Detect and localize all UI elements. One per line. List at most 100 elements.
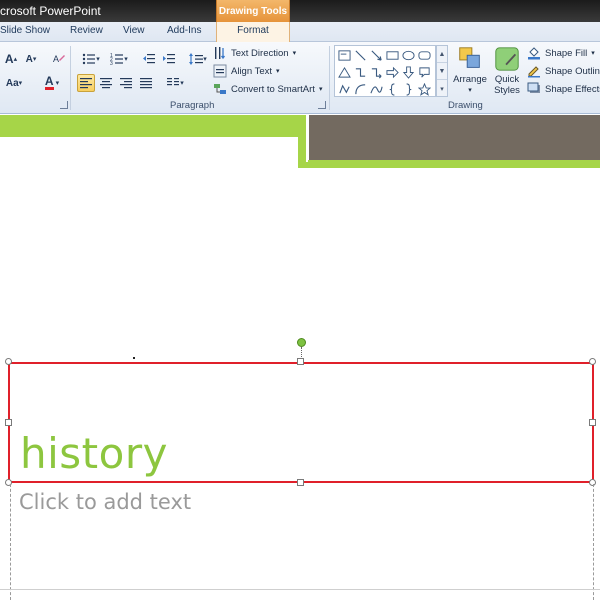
ribbon: A ▴ A ▾ A Aa ▾ A ▾ ▾ 1 2 3 ▾ ▾ ▾ Text Di… bbox=[0, 42, 600, 114]
columns-button[interactable]: ▾ bbox=[163, 74, 187, 92]
shape-effects-button[interactable]: Shape Effects bbox=[527, 81, 600, 97]
triangle-shape-icon[interactable] bbox=[337, 65, 351, 79]
shrink-font-button[interactable]: A ▾ bbox=[22, 50, 40, 68]
freeform-shape-icon[interactable] bbox=[337, 82, 351, 96]
group-separator bbox=[329, 46, 330, 110]
text-direction-icon bbox=[213, 46, 227, 60]
change-case-icon: Aa bbox=[5, 77, 19, 89]
app-title: crosoft PowerPoint bbox=[0, 4, 101, 18]
line-spacing-button[interactable]: ▾ bbox=[186, 50, 210, 68]
drawing-group-label: Drawing bbox=[448, 100, 483, 111]
title-bar: crosoft PowerPoint Drawing Tools bbox=[0, 0, 600, 22]
title-placeholder[interactable]: history bbox=[8, 362, 594, 483]
tab-format-label: Format bbox=[237, 25, 269, 36]
paragraph-dialog-launcher[interactable] bbox=[318, 101, 326, 109]
convert-smartart-button[interactable]: Convert to SmartArt ▾ bbox=[213, 81, 322, 97]
font-color-button[interactable]: A ▾ bbox=[40, 74, 64, 92]
elbow-arrow-shape-icon[interactable] bbox=[369, 65, 383, 79]
block-arrow-shape-icon[interactable] bbox=[385, 65, 399, 79]
clear-formatting-button[interactable]: A bbox=[50, 50, 68, 68]
text-box-shape-icon[interactable] bbox=[337, 48, 351, 62]
resize-handle-top[interactable] bbox=[297, 358, 304, 365]
line-spacing-icon bbox=[189, 53, 204, 65]
font-color-icon: A bbox=[44, 74, 54, 90]
curve-shape-icon[interactable] bbox=[369, 82, 383, 96]
tab-slide-show[interactable]: Slide Show bbox=[0, 25, 50, 36]
callout-shape-icon[interactable] bbox=[417, 65, 431, 79]
align-left-icon bbox=[80, 78, 92, 89]
change-case-button[interactable]: Aa ▾ bbox=[2, 74, 26, 92]
resize-handle-top-right[interactable] bbox=[589, 358, 596, 365]
paragraph-group-label: Paragraph bbox=[170, 100, 215, 111]
arrange-icon bbox=[455, 44, 485, 74]
rectangle-shape-icon[interactable] bbox=[385, 48, 399, 62]
decorative-dark-rectangle bbox=[306, 115, 600, 162]
elbow-connector-shape-icon[interactable] bbox=[353, 65, 367, 79]
bullets-button[interactable]: ▾ bbox=[78, 50, 104, 68]
align-text-button[interactable]: Align Text ▾ bbox=[213, 63, 280, 79]
quick-styles-button[interactable]: Quick Styles bbox=[490, 44, 524, 96]
convert-smartart-label: Convert to SmartArt bbox=[231, 83, 315, 95]
gallery-down-icon[interactable]: ▼ bbox=[437, 63, 447, 80]
increase-indent-icon bbox=[163, 54, 175, 64]
justify-button[interactable] bbox=[137, 74, 155, 92]
star-shape-icon[interactable] bbox=[417, 82, 431, 96]
arrow-line-shape-icon[interactable] bbox=[369, 48, 383, 62]
decorative-frame bbox=[298, 115, 600, 168]
shape-fill-label: Shape Fill bbox=[545, 47, 588, 59]
align-center-button[interactable] bbox=[97, 74, 115, 92]
shapes-gallery-scroll[interactable]: ▲ ▼ ▾ bbox=[436, 45, 448, 97]
justify-icon bbox=[140, 78, 152, 89]
content-placeholder-text[interactable]: Click to add text bbox=[19, 490, 191, 514]
svg-text:A: A bbox=[53, 54, 59, 64]
grow-font-button[interactable]: A ▴ bbox=[2, 50, 20, 68]
tab-format[interactable]: Format bbox=[216, 22, 290, 43]
arc-shape-icon[interactable] bbox=[353, 82, 367, 96]
tab-view[interactable]: View bbox=[123, 25, 145, 36]
rounded-rectangle-shape-icon[interactable] bbox=[417, 48, 431, 62]
increase-indent-button[interactable] bbox=[160, 50, 178, 68]
arrange-button[interactable]: Arrange ▾ bbox=[452, 44, 488, 96]
slide-bottom-edge bbox=[0, 589, 600, 590]
rotation-handle[interactable] bbox=[297, 338, 306, 347]
tab-review[interactable]: Review bbox=[70, 25, 103, 36]
resize-handle-top-left[interactable] bbox=[5, 358, 12, 365]
tab-add-ins[interactable]: Add-Ins bbox=[167, 25, 201, 36]
shapes-gallery[interactable] bbox=[334, 45, 436, 97]
align-center-icon bbox=[100, 78, 112, 89]
content-placeholder[interactable]: Click to add text bbox=[10, 484, 594, 600]
paint-bucket-icon bbox=[527, 46, 541, 60]
right-brace-shape-icon[interactable] bbox=[401, 82, 415, 96]
powerpoint-window: crosoft PowerPoint Drawing Tools Slide S… bbox=[0, 0, 600, 600]
decrease-indent-button[interactable] bbox=[140, 50, 158, 68]
decrease-indent-icon bbox=[143, 54, 155, 64]
smartart-icon bbox=[213, 82, 227, 96]
pencil-icon bbox=[527, 64, 541, 78]
clear-formatting-icon: A bbox=[53, 54, 65, 64]
arrange-dropdown-icon: ▾ bbox=[468, 87, 472, 94]
slide-title[interactable]: history bbox=[20, 429, 168, 478]
slide-canvas[interactable]: history Click to add text bbox=[0, 115, 600, 600]
arrange-label: Arrange bbox=[453, 74, 487, 85]
numbering-button[interactable]: 1 2 3 ▾ bbox=[106, 50, 132, 68]
left-brace-shape-icon[interactable] bbox=[385, 82, 399, 96]
resize-handle-left[interactable] bbox=[5, 419, 12, 426]
gallery-more-icon[interactable]: ▾ bbox=[437, 80, 447, 97]
down-arrow-shape-icon[interactable] bbox=[401, 65, 415, 79]
align-right-button[interactable] bbox=[117, 74, 135, 92]
gallery-up-icon[interactable]: ▲ bbox=[437, 46, 447, 63]
decorative-green-band bbox=[0, 115, 298, 137]
resize-handle-right[interactable] bbox=[589, 419, 596, 426]
quick-styles-label-2: Styles bbox=[494, 85, 520, 96]
shape-outline-button[interactable]: Shape Outlin bbox=[527, 63, 600, 79]
text-direction-label: Text Direction bbox=[231, 47, 289, 59]
shape-fill-button[interactable]: Shape Fill ▾ bbox=[527, 45, 595, 61]
font-dialog-launcher[interactable] bbox=[60, 101, 68, 109]
shape-outline-label: Shape Outlin bbox=[545, 65, 600, 77]
text-direction-button[interactable]: Text Direction ▾ bbox=[213, 45, 296, 61]
columns-icon bbox=[167, 78, 180, 86]
align-left-button[interactable] bbox=[77, 74, 95, 92]
line-shape-icon[interactable] bbox=[353, 48, 367, 62]
oval-shape-icon[interactable] bbox=[401, 48, 415, 62]
drawing-tools-label: Drawing Tools bbox=[218, 6, 288, 17]
